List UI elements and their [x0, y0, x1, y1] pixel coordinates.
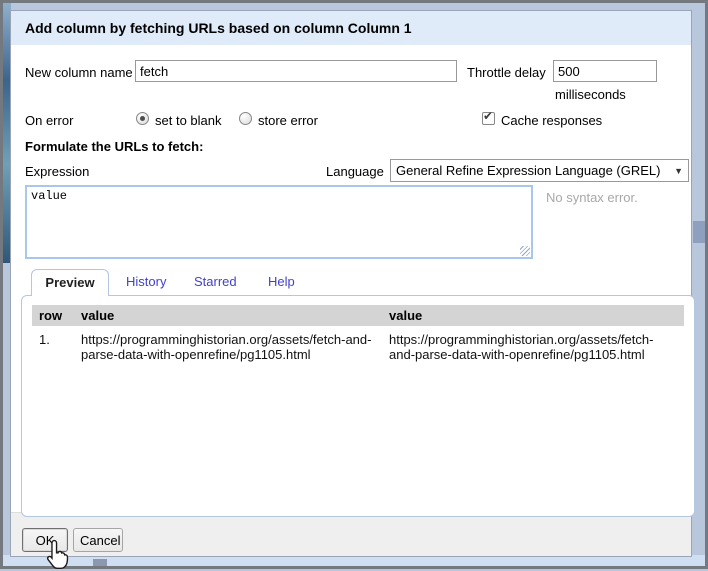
- tab-history[interactable]: History: [126, 274, 166, 289]
- chevron-down-icon: ▼: [674, 166, 683, 176]
- cache-responses-checkbox[interactable]: ✔: [482, 109, 495, 125]
- dialog-title: Add column by fetching URLs based on col…: [11, 11, 691, 45]
- col-header-value1: value: [75, 305, 383, 326]
- on-error-store-error-radio[interactable]: [239, 112, 252, 125]
- syntax-status: No syntax error.: [546, 190, 638, 205]
- preview-table: row value value 1. https://programminghi…: [32, 305, 684, 364]
- row-number-cell: 1.: [39, 332, 50, 347]
- language-label: Language: [326, 164, 384, 179]
- on-error-set-to-blank-radio[interactable]: [136, 112, 149, 125]
- expression-textarea[interactable]: value: [25, 185, 533, 259]
- page-backdrop-fragment: [93, 559, 107, 566]
- new-column-name-input[interactable]: [135, 60, 457, 82]
- formulate-heading: Formulate the URLs to fetch:: [25, 139, 204, 154]
- on-error-label: On error: [25, 113, 74, 128]
- checkmark-icon: ✔: [483, 109, 494, 123]
- col-header-row: row: [32, 305, 75, 326]
- language-select[interactable]: General Refine Expression Language (GREL…: [390, 159, 689, 182]
- tab-help[interactable]: Help: [268, 274, 295, 289]
- ok-button[interactable]: OK: [22, 528, 68, 552]
- throttle-delay-label: Throttle delay: [467, 65, 546, 80]
- dialog-footer: OK Cancel: [11, 512, 691, 556]
- value1-cell: https://programminghistorian.org/assets/…: [81, 332, 372, 362]
- value2-cell: https://programminghistorian.org/assets/…: [389, 332, 654, 362]
- table-header-row: row value value: [32, 305, 684, 326]
- resize-grip-icon[interactable]: [520, 246, 530, 256]
- add-column-fetch-dialog: Add column by fetching URLs based on col…: [10, 10, 695, 557]
- language-select-value: General Refine Expression Language (GREL…: [396, 163, 661, 178]
- expression-editor-wrap: value: [25, 185, 533, 259]
- throttle-unit-label: milliseconds: [555, 87, 626, 102]
- on-error-store-error-label: store error: [258, 113, 318, 128]
- new-column-name-label: New column name: [25, 65, 133, 80]
- tab-starred[interactable]: Starred: [194, 274, 237, 289]
- cache-responses-label: Cache responses: [501, 113, 603, 128]
- throttle-delay-input[interactable]: [553, 60, 657, 82]
- expression-label: Expression: [25, 164, 90, 179]
- table-row: 1. https://programminghistorian.org/asse…: [32, 326, 684, 364]
- tab-preview[interactable]: Preview: [31, 269, 109, 296]
- on-error-set-to-blank-label: set to blank: [155, 113, 222, 128]
- cancel-button[interactable]: Cancel: [73, 528, 123, 552]
- col-header-value2: value: [383, 305, 684, 326]
- preview-panel: row value value 1. https://programminghi…: [21, 295, 695, 517]
- screen: Add column by fetching URLs based on col…: [0, 0, 708, 570]
- page-backdrop-right-band: [693, 221, 705, 243]
